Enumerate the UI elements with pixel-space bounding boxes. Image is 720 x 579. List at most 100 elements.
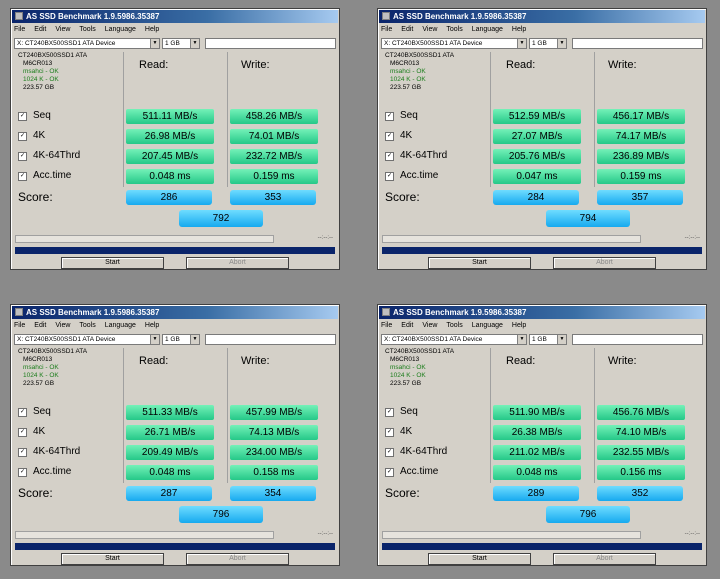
read-header: Read:	[139, 355, 169, 367]
checkbox-acc-time[interactable]: ✓	[385, 468, 394, 477]
menu-file[interactable]: File	[14, 322, 25, 329]
checkbox-4k[interactable]: ✓	[18, 132, 27, 141]
menu-help[interactable]: Help	[512, 322, 526, 329]
app-icon	[15, 308, 23, 316]
4k64-read-value: 209.49 MB/s	[126, 445, 214, 460]
row-acc-time: ✓ Acc.time 0.048 ms 0.159 ms	[15, 167, 335, 187]
test-label: ✓ Acc.time	[385, 170, 438, 181]
chevron-down-icon: ▼	[557, 39, 566, 48]
abort-button[interactable]: Abort	[186, 553, 289, 565]
abort-button[interactable]: Abort	[553, 553, 656, 565]
menu-view[interactable]: View	[422, 26, 437, 33]
menu-help[interactable]: Help	[512, 26, 526, 33]
test-label: ✓ 4K-64Thrd	[18, 446, 80, 457]
menu-help[interactable]: Help	[145, 26, 159, 33]
checkbox-acc-time[interactable]: ✓	[18, 468, 27, 477]
checkbox-seq[interactable]: ✓	[385, 408, 394, 417]
4k-read-value: 26.98 MB/s	[126, 129, 214, 144]
elapsed-time: --:--:--	[684, 531, 700, 537]
elapsed-time: --:--:--	[317, 235, 333, 241]
test-size-select[interactable]: 1 GB ▼	[529, 334, 567, 345]
menu-edit[interactable]: Edit	[34, 26, 46, 33]
title-bar: AS SSD Benchmark 1.9.5986.35387	[12, 10, 338, 23]
test-name: 4K	[400, 130, 413, 141]
checkbox-seq[interactable]: ✓	[18, 408, 27, 417]
test-name: 4K	[33, 426, 46, 437]
seq-write-value: 456.76 MB/s	[597, 405, 685, 420]
checkbox-4k[interactable]: ✓	[385, 132, 394, 141]
device-select[interactable]: X: CT240BX500SSD1 ATA Device ▼	[14, 38, 160, 49]
start-button[interactable]: Start	[61, 553, 164, 565]
test-name: Acc.time	[400, 170, 439, 181]
start-button[interactable]: Start	[428, 257, 531, 269]
checkbox-4k[interactable]: ✓	[18, 428, 27, 437]
drive-firmware: M6CR013	[23, 60, 53, 67]
menu-file[interactable]: File	[14, 26, 25, 33]
device-select[interactable]: X: CT240BX500SSD1 ATA Device ▼	[381, 38, 527, 49]
menu-edit[interactable]: Edit	[401, 26, 413, 33]
menu-tools[interactable]: Tools	[79, 26, 95, 33]
menu-file[interactable]: File	[381, 322, 392, 329]
checkbox-4k-64thrd[interactable]: ✓	[385, 448, 394, 457]
alignment-status: 1024 K - OK	[23, 372, 59, 379]
seq-read-value: 511.90 MB/s	[493, 405, 581, 420]
score-label: Score:	[385, 190, 420, 204]
checkbox-seq[interactable]: ✓	[18, 112, 27, 121]
test-name: 4K	[400, 426, 413, 437]
menu-language[interactable]: Language	[472, 26, 503, 33]
score-read: 284	[493, 190, 579, 205]
acc-write-value: 0.159 ms	[597, 169, 685, 184]
4k-write-value: 74.17 MB/s	[597, 129, 685, 144]
test-size-select[interactable]: 1 GB ▼	[162, 38, 200, 49]
4k-write-value: 74.10 MB/s	[597, 425, 685, 440]
menu-view[interactable]: View	[55, 322, 70, 329]
row-seq: ✓ Seq 511.33 MB/s 457.99 MB/s	[15, 403, 335, 423]
checkbox-acc-time[interactable]: ✓	[385, 172, 394, 181]
4k-write-value: 74.01 MB/s	[230, 129, 318, 144]
drive-model: CT240BX500SSD1 ATA	[18, 52, 88, 59]
menu-help[interactable]: Help	[145, 322, 159, 329]
test-name: 4K-64Thrd	[33, 150, 81, 161]
menu-tools[interactable]: Tools	[446, 322, 462, 329]
menu-file[interactable]: File	[381, 26, 392, 33]
checkbox-4k[interactable]: ✓	[385, 428, 394, 437]
read-header: Read:	[139, 59, 169, 71]
menu-edit[interactable]: Edit	[34, 322, 46, 329]
menu-language[interactable]: Language	[105, 26, 136, 33]
results-grid: CT240BX500SSD1 ATA M6CR013 msahci - OK 1…	[382, 348, 702, 531]
menu-view[interactable]: View	[55, 26, 70, 33]
test-name: Seq	[400, 110, 418, 121]
checkbox-acc-time[interactable]: ✓	[18, 172, 27, 181]
test-name: 4K-64Thrd	[33, 446, 81, 457]
seq-read-value: 511.11 MB/s	[126, 109, 214, 124]
abort-button[interactable]: Abort	[186, 257, 289, 269]
window-title: AS SSD Benchmark 1.9.5986.35387	[26, 12, 160, 21]
device-select[interactable]: X: CT240BX500SSD1 ATA Device ▼	[14, 334, 160, 345]
test-label: ✓ Seq	[18, 406, 51, 417]
menu-tools[interactable]: Tools	[446, 26, 462, 33]
checkbox-4k-64thrd[interactable]: ✓	[385, 152, 394, 161]
checkbox-4k-64thrd[interactable]: ✓	[18, 448, 27, 457]
menu-language[interactable]: Language	[105, 322, 136, 329]
chevron-down-icon: ▼	[557, 335, 566, 344]
row-acc-time: ✓ Acc.time 0.047 ms 0.159 ms	[382, 167, 702, 187]
window-title: AS SSD Benchmark 1.9.5986.35387	[393, 12, 527, 21]
checkbox-4k-64thrd[interactable]: ✓	[18, 152, 27, 161]
score-label: Score:	[18, 486, 53, 500]
start-button[interactable]: Start	[61, 257, 164, 269]
start-button[interactable]: Start	[428, 553, 531, 565]
device-select[interactable]: X: CT240BX500SSD1 ATA Device ▼	[381, 334, 527, 345]
test-size-select[interactable]: 1 GB ▼	[162, 334, 200, 345]
menu-language[interactable]: Language	[472, 322, 503, 329]
menu-tools[interactable]: Tools	[79, 322, 95, 329]
chevron-down-icon: ▼	[517, 335, 526, 344]
menu-edit[interactable]: Edit	[401, 322, 413, 329]
checkbox-seq[interactable]: ✓	[385, 112, 394, 121]
test-size-select[interactable]: 1 GB ▼	[529, 38, 567, 49]
driver-status: msahci - OK	[23, 364, 59, 371]
abort-button[interactable]: Abort	[553, 257, 656, 269]
row-4k-64thrd: ✓ 4K-64Thrd 207.45 MB/s 232.72 MB/s	[15, 147, 335, 167]
menu-view[interactable]: View	[422, 322, 437, 329]
acc-read-value: 0.048 ms	[493, 465, 581, 480]
empty-field	[572, 38, 703, 49]
